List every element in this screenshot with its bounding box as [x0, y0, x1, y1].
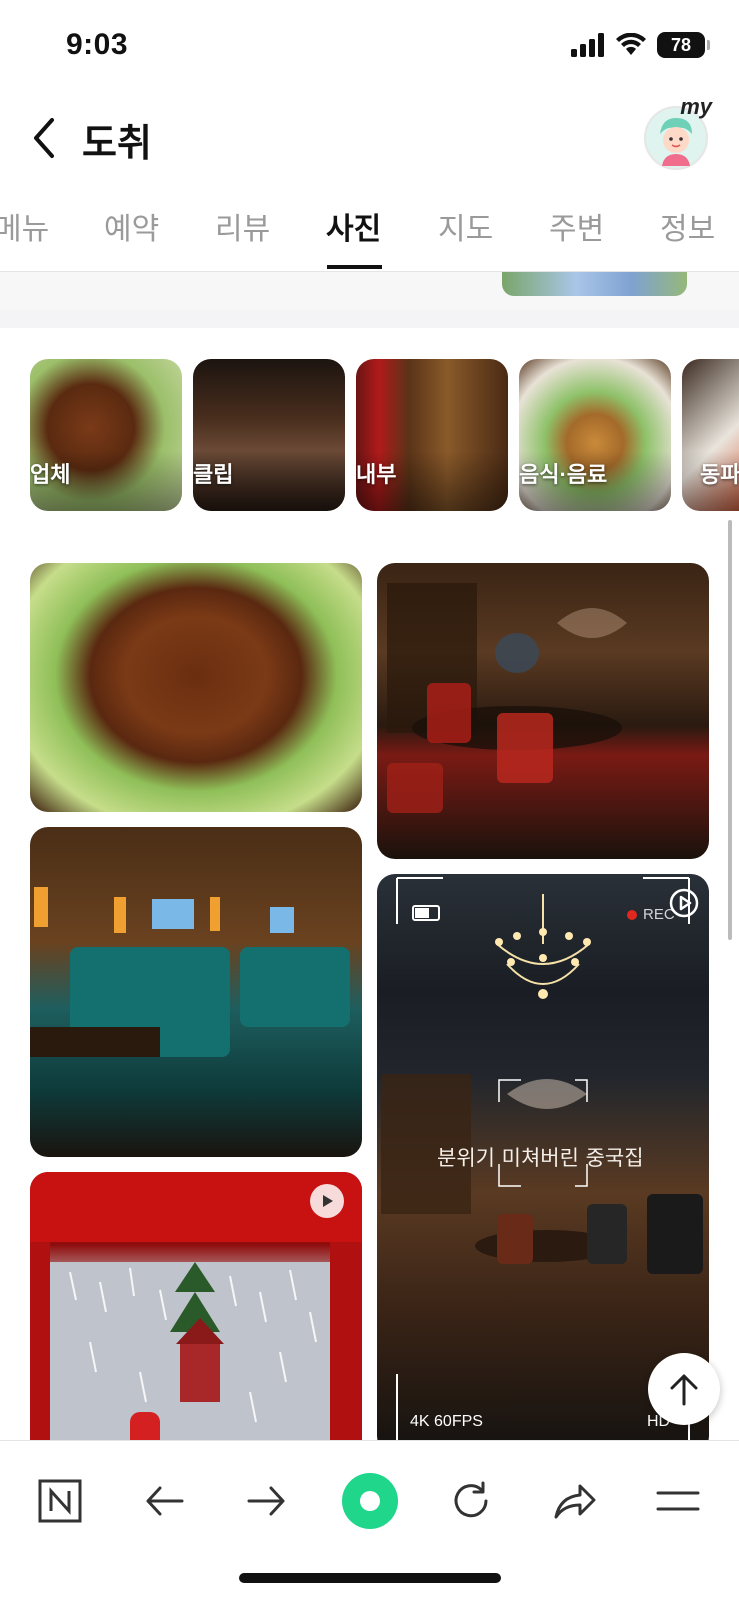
tab-reservation[interactable]: 예약 [104, 204, 159, 248]
chevron-left-icon [34, 118, 54, 158]
video-play-icon [310, 1184, 344, 1218]
avatar-my-badge: my [680, 94, 712, 119]
status-time: 9:03 [66, 28, 129, 61]
category-dongpa[interactable]: 동파 [682, 359, 739, 511]
arrow-up-icon [670, 1374, 698, 1406]
scrollbar[interactable] [728, 520, 732, 940]
menu-button[interactable] [648, 1471, 708, 1531]
clip-quality-left: 4K 60FPS [410, 1413, 483, 1430]
category-business[interactable]: 업체 [30, 359, 182, 511]
refresh-button[interactable] [441, 1471, 501, 1531]
photo-snow-globe-art [30, 1172, 362, 1462]
category-food-drink[interactable]: 음식·음료 [519, 359, 671, 511]
page-title: 도취 [82, 123, 152, 165]
back-arrow-icon [146, 1486, 184, 1516]
status-bar: 9:03 78 [0, 0, 739, 92]
clip-rec-label: REC [643, 906, 675, 923]
tab-bar: 메뉴 예약 리뷰 사진 지도 주변 정보 [0, 182, 739, 272]
scroll-to-top-button[interactable] [648, 1353, 720, 1425]
naver-home-button[interactable] [30, 1471, 90, 1531]
photo-booth-art [30, 887, 350, 1057]
signal-icon [571, 33, 604, 57]
back-button[interactable] [26, 112, 62, 162]
battery-indicator: 78 [657, 32, 710, 58]
photo-category-list: 업체 클립 내부 음식·음료 동파 [30, 359, 739, 511]
tab-review[interactable]: 리뷰 [215, 204, 270, 248]
browser-forward-button[interactable] [237, 1471, 297, 1531]
tab-menu[interactable]: 메뉴 [0, 204, 49, 248]
photo-interior-dining-room[interactable] [377, 563, 709, 859]
active-tab-indicator [327, 265, 382, 269]
share-icon [554, 1484, 596, 1519]
category-label: 내부 [356, 462, 397, 487]
status-icons: 78 [571, 32, 710, 58]
tab-nearby[interactable]: 주변 [549, 204, 604, 248]
header: 도취 my [0, 92, 739, 182]
category-label: 동파 [700, 462, 739, 487]
previous-section-photo[interactable] [502, 272, 687, 296]
category-label: 클립 [193, 462, 234, 487]
tab-info[interactable]: 정보 [660, 204, 715, 248]
home-indicator [239, 1573, 501, 1583]
photo-food-braised-pork[interactable] [30, 563, 362, 812]
tab-map[interactable]: 지도 [438, 204, 493, 248]
avatar[interactable]: my [644, 94, 712, 170]
green-dot-icon [342, 1473, 398, 1529]
photo-snow-globe-video[interactable] [30, 1172, 362, 1462]
category-label: 업체 [30, 462, 71, 487]
photo-interior-booth[interactable] [30, 827, 362, 1157]
menu-icon [656, 1491, 700, 1511]
tab-photo[interactable]: 사진 [326, 204, 381, 248]
forward-arrow-icon [247, 1486, 285, 1516]
browser-back-button[interactable] [134, 1471, 194, 1531]
category-clip[interactable]: 클립 [193, 359, 345, 511]
naver-home-icon [38, 1479, 82, 1523]
share-button[interactable] [544, 1471, 604, 1531]
clip-caption: 분위기 미쳐버린 중국집 [437, 1146, 644, 1170]
category-interior[interactable]: 내부 [356, 359, 508, 511]
photo-interior-furniture-art [387, 583, 627, 813]
green-dot-button[interactable] [340, 1471, 400, 1531]
category-label: 음식·음료 [519, 462, 608, 487]
wifi-icon [616, 33, 646, 55]
refresh-icon [454, 1481, 488, 1518]
